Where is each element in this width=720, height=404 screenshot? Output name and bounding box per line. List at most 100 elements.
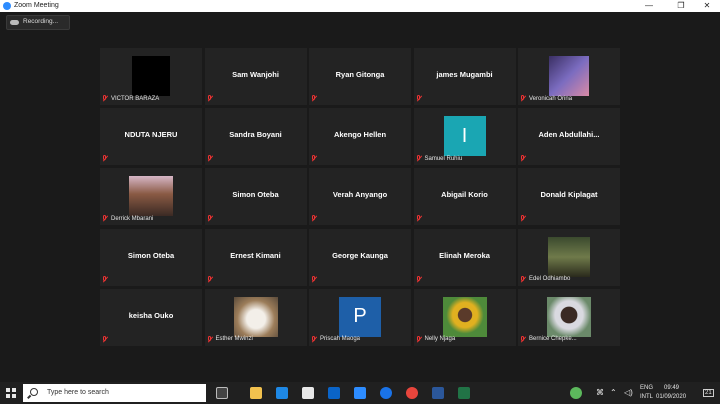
muted-mic-icon (207, 95, 213, 102)
store-icon[interactable] (302, 387, 314, 399)
participant-avatar: P (339, 296, 381, 337)
participant-label (311, 94, 317, 103)
participant-label (311, 214, 317, 223)
muted-mic-icon (520, 335, 526, 343)
muted-mic-icon (520, 155, 526, 162)
avatar-letter: I (461, 124, 468, 147)
word-icon[interactable] (432, 387, 444, 399)
participant-tile[interactable]: Ernest Kimani (204, 228, 307, 286)
participant-label: Priscah Maoga (311, 335, 360, 344)
search-icon (30, 388, 38, 396)
participant-tile[interactable]: Simon Oteba (204, 168, 307, 226)
participant-video (442, 296, 487, 337)
notification-badge[interactable]: 21 (703, 389, 714, 397)
participant-tile[interactable]: james Mugambi (413, 48, 516, 105)
volume-icon[interactable]: ◁) (624, 388, 633, 397)
muted-mic-icon (102, 215, 108, 222)
participant-name-label: Bernice Chepke... (529, 336, 577, 343)
participant-label (207, 214, 213, 223)
participant-video (547, 296, 591, 337)
participant-tile[interactable]: Veronicah Orina (518, 48, 620, 105)
clock-date[interactable]: 01/09/2020 (656, 394, 686, 400)
chevron-up-icon[interactable]: ⌃ (610, 388, 617, 397)
muted-mic-icon (207, 275, 213, 283)
mail-icon[interactable] (276, 387, 288, 399)
participant-tile[interactable]: Sam Wanjohi (204, 48, 307, 105)
muted-mic-icon (416, 215, 422, 222)
participant-video (549, 56, 589, 96)
participant-name-label: Edel Odhiambo (529, 276, 571, 283)
participant-name-label: Priscah Maoga (320, 336, 361, 343)
participant-tile[interactable]: Nelly Njaga (413, 288, 516, 346)
participant-tile[interactable]: Ryan Gitonga (309, 48, 411, 105)
muted-mic-icon (102, 95, 108, 102)
people-icon[interactable]: ⌘ (596, 388, 604, 397)
zoom-taskbar-icon[interactable] (354, 387, 366, 399)
clock-time[interactable]: 09:49 (664, 385, 679, 391)
participant-label (416, 275, 422, 284)
close-button[interactable]: ✕ (694, 0, 720, 12)
participant-tile[interactable]: keisha Ouko (100, 288, 202, 346)
muted-mic-icon (520, 95, 526, 102)
maximize-button[interactable]: ❐ (668, 0, 694, 12)
windows-taskbar: Type here to search ⌘ ⌃ ◁) ENG INTL 09:4… (0, 382, 720, 404)
outlook-icon[interactable] (328, 387, 340, 399)
recording-indicator[interactable]: Recording... (6, 15, 70, 30)
participant-tile[interactable]: Esther Mwinzi (204, 288, 307, 346)
participant-tile[interactable]: Elinah Meroka (413, 228, 516, 286)
participant-label: Samuel Ruhiu (416, 154, 463, 163)
muted-mic-icon (520, 275, 526, 283)
muted-mic-icon (207, 155, 213, 162)
participant-tile[interactable]: Aden Abdullahi... (518, 108, 620, 166)
participant-name-label: VICTOR BARAZA (111, 95, 160, 102)
title-bar: Zoom Meeting — ❐ ✕ (0, 0, 720, 12)
windows-start-icon[interactable] (6, 388, 16, 398)
participant-tile[interactable]: VICTOR BARAZA (100, 48, 202, 105)
participant-display-name: james Mugambi (436, 70, 493, 79)
participant-tile[interactable]: Sandra Boyani (204, 108, 307, 166)
participant-display-name: George Kaunga (332, 250, 388, 260)
participant-tile[interactable]: Simon Oteba (100, 228, 202, 286)
tray-app-icon[interactable] (570, 387, 582, 399)
participant-tile[interactable]: Donald Kiplagat (518, 168, 620, 226)
participant-tile[interactable]: Akengo Hellen (309, 108, 411, 166)
participant-tile[interactable]: Abigail Korio (413, 168, 516, 226)
participant-display-name: Verah Anyango (332, 190, 388, 200)
excel-icon[interactable] (458, 387, 470, 399)
participant-display-name: keisha Ouko (128, 310, 174, 320)
participant-label (102, 154, 108, 163)
participant-name-label: Derrick Mbarani (111, 215, 154, 222)
participant-tile[interactable]: I Samuel Ruhiu (413, 108, 516, 166)
minimize-button[interactable]: — (636, 0, 662, 12)
participant-display-name: NDUTA NJERU (124, 130, 178, 140)
participant-tile[interactable]: NDUTA NJERU (100, 108, 202, 166)
chrome-icon[interactable] (406, 387, 418, 399)
participant-tile[interactable]: George Kaunga (309, 228, 411, 286)
participant-display-name: Ryan Gitonga (335, 70, 385, 79)
muted-mic-icon (102, 155, 108, 162)
task-view-icon[interactable] (216, 387, 228, 399)
edge-icon[interactable] (380, 387, 392, 399)
participant-label (102, 275, 108, 284)
participant-tile[interactable]: Bernice Chepke... (518, 288, 620, 346)
participant-tile[interactable]: Verah Anyango (309, 168, 411, 226)
participant-label (311, 275, 317, 284)
participant-name-label: Samuel Ruhiu (424, 155, 463, 162)
participant-gallery: VICTOR BARAZA Sam Wanjohi Ryan Gitonga jame… (100, 48, 620, 346)
participant-avatar: I (443, 116, 486, 157)
participant-tile[interactable]: P Priscah Maoga (309, 288, 411, 346)
muted-mic-icon (416, 275, 422, 283)
language-label[interactable]: ENG (640, 385, 653, 391)
keyboard-layout-label[interactable]: INTL (640, 394, 653, 400)
participant-name-label: Nelly Njaga (424, 336, 456, 343)
participant-label (207, 154, 213, 163)
file-explorer-icon[interactable] (250, 387, 262, 399)
participant-tile[interactable]: Edel Odhiambo (518, 228, 620, 286)
muted-mic-icon (311, 275, 317, 283)
taskbar-search-box[interactable]: Type here to search (23, 384, 206, 402)
zoom-logo-icon (3, 2, 11, 10)
window-title: Zoom Meeting (14, 2, 59, 9)
participant-tile[interactable]: Derrick Mbarani (100, 168, 202, 226)
participant-display-name: Elinah Meroka (439, 250, 490, 260)
participant-label (311, 154, 317, 163)
